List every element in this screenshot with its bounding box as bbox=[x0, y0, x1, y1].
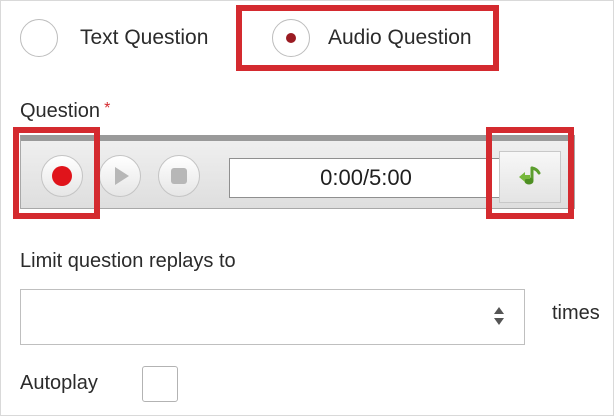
autoplay-label: Autoplay bbox=[20, 372, 98, 394]
replays-spinner[interactable] bbox=[492, 305, 506, 327]
audio-question-radio[interactable] bbox=[272, 19, 310, 57]
record-icon bbox=[52, 166, 72, 186]
upload-audio-icon bbox=[519, 166, 541, 185]
upload-audio-button[interactable] bbox=[499, 151, 561, 203]
question-label: Question * bbox=[20, 100, 110, 123]
play-icon bbox=[115, 167, 129, 185]
spinner-up-icon[interactable] bbox=[494, 307, 504, 314]
question-type-radio-group: Text Question Audio Question bbox=[20, 14, 520, 62]
record-button[interactable] bbox=[41, 155, 83, 197]
audio-question-option[interactable]: Audio Question bbox=[256, 14, 472, 62]
play-button[interactable] bbox=[99, 155, 141, 197]
text-question-label[interactable]: Text Question bbox=[80, 26, 208, 50]
replays-unit-label: times bbox=[552, 302, 600, 324]
replays-label: Limit question replays to bbox=[20, 250, 236, 272]
text-question-radio[interactable] bbox=[20, 19, 58, 57]
time-display: 0:00/5:00 bbox=[229, 158, 503, 198]
stop-icon bbox=[171, 168, 187, 184]
stop-button[interactable] bbox=[158, 155, 200, 197]
audio-recorder: 0:00/5:00 bbox=[20, 135, 575, 209]
radio-selected-dot bbox=[286, 33, 296, 43]
replays-input[interactable] bbox=[21, 290, 481, 344]
text-question-option[interactable]: Text Question bbox=[20, 14, 208, 62]
question-label-text: Question bbox=[20, 100, 101, 122]
required-asterisk: * bbox=[104, 100, 111, 117]
autoplay-checkbox[interactable] bbox=[142, 366, 178, 402]
spinner-down-icon[interactable] bbox=[494, 318, 504, 325]
audio-question-label[interactable]: Audio Question bbox=[328, 26, 472, 50]
replays-field bbox=[20, 289, 525, 345]
